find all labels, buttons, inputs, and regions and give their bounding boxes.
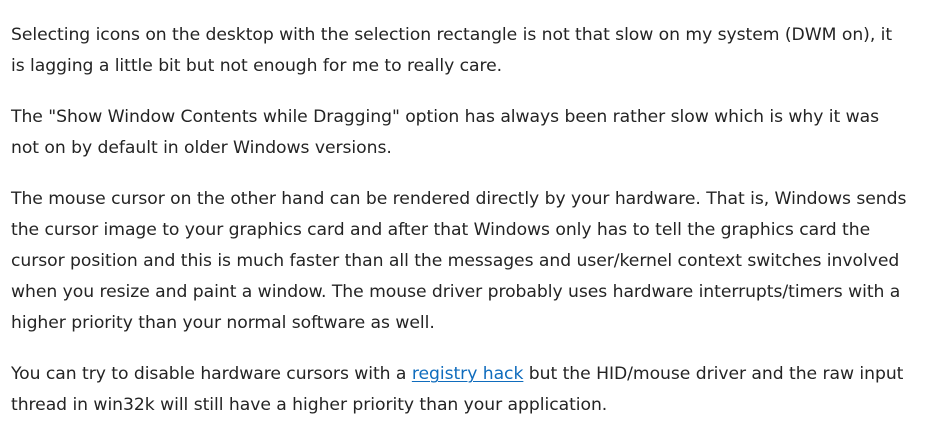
paragraph-4: You can try to disable hardware cursors … — [11, 359, 911, 421]
paragraph-2: The "Show Window Contents while Dragging… — [11, 107, 880, 158]
post-body: Selecting icons on the desktop with the … — [0, 0, 911, 421]
registry-hack-link[interactable]: registry hack — [412, 364, 524, 384]
paragraph-1: Selecting icons on the desktop with the … — [11, 25, 893, 76]
paragraph-3: The mouse cursor on the other hand can b… — [11, 189, 907, 333]
paragraph-4-text-before-link: You can try to disable hardware cursors … — [11, 364, 412, 384]
